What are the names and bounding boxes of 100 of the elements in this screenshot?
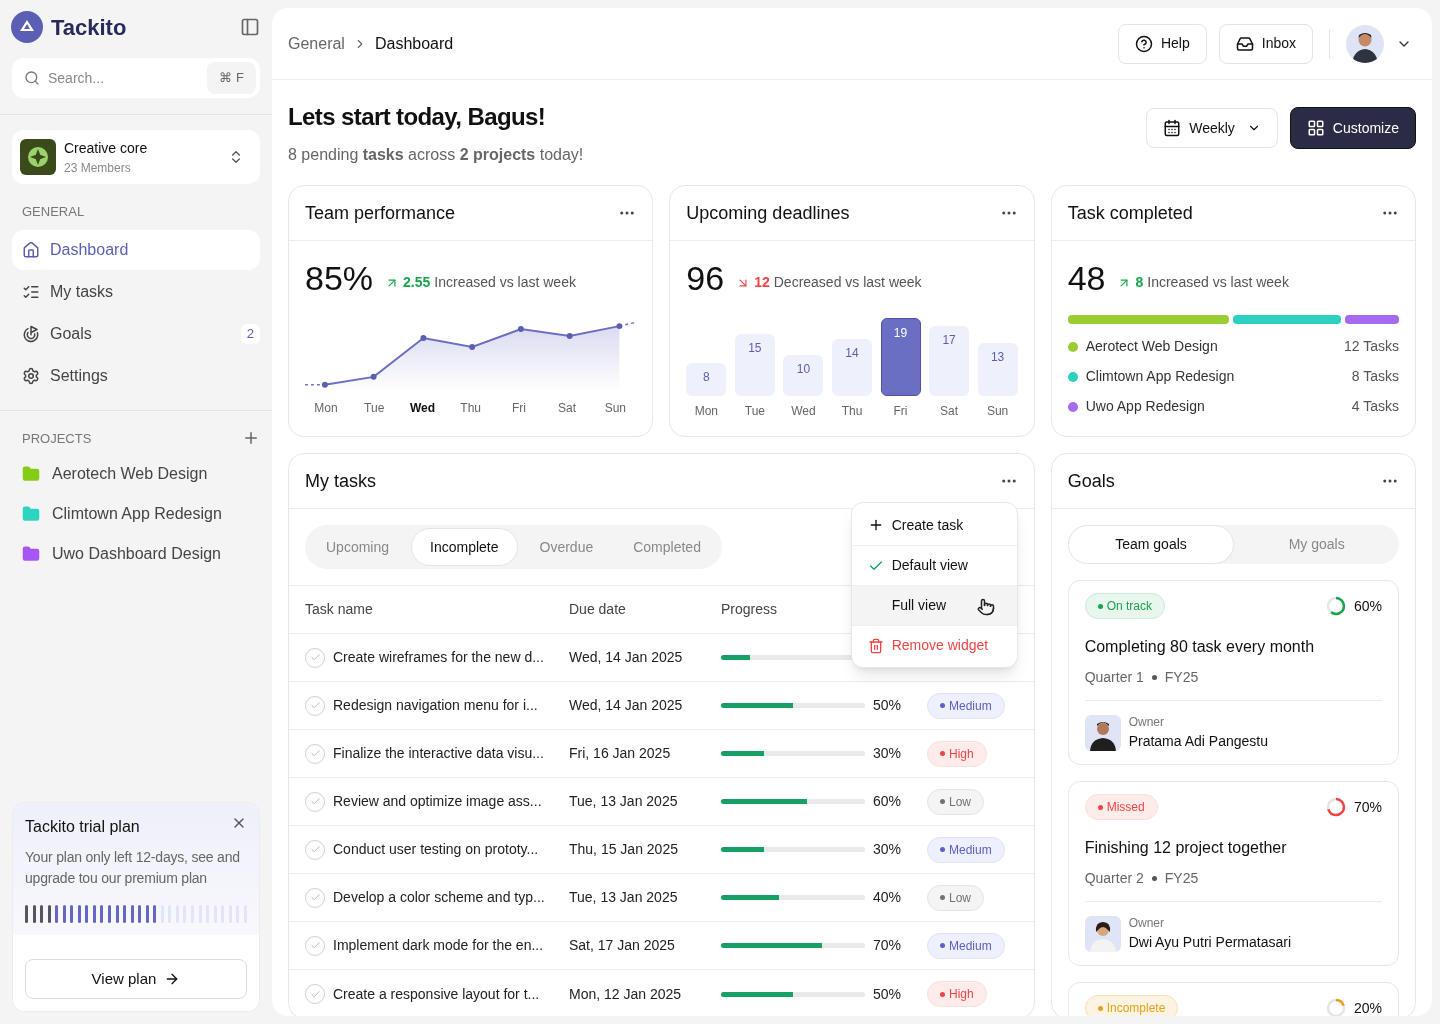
task-name: Develop a color scheme and typ... (333, 888, 545, 907)
goal-title: Completing 80 task every month (1084, 637, 1316, 657)
project-name: Climtown App Redesign (1085, 367, 1235, 386)
stat-caption: Decreased vs last week (773, 273, 922, 292)
avatar-icon[interactable] (1346, 24, 1384, 63)
stat-value: 96 (686, 261, 725, 295)
nav-item[interactable]: Goals 2 (12, 313, 260, 354)
widget-title: Goals (1067, 469, 1115, 493)
priority-badge: Medium (927, 932, 1005, 959)
progress-percent: 50% (873, 696, 903, 715)
goal-tab[interactable]: Team goals (1067, 525, 1235, 564)
goal-quarter: Quarter 2 (1084, 869, 1144, 888)
widget-title: Upcoming deadlines (686, 201, 850, 225)
nav-item[interactable]: Settings (12, 355, 260, 396)
due-date: Thu, 15 Jan 2025 (569, 840, 678, 859)
priority-badge: Medium (927, 692, 1005, 719)
progress-ring-icon (1325, 596, 1346, 616)
progress-percent: 70% (873, 936, 903, 955)
data-point (517, 326, 524, 333)
widget-title: My tasks (305, 469, 376, 493)
shortcut-key: ⌘ F (207, 62, 256, 94)
owner-label: Owner (1128, 714, 1165, 731)
project-item[interactable]: Climtown App Redesign (22, 494, 250, 534)
priority-badge: Low (927, 884, 984, 911)
goal-year: FY25 (1164, 869, 1199, 888)
help-button[interactable]: Help (1117, 23, 1207, 64)
nav-item[interactable]: Dashboard (12, 229, 260, 270)
progress-ring-icon (1325, 797, 1346, 817)
stat-value: 48 (1067, 261, 1106, 295)
project-item[interactable]: Uwo Dashboard Design (22, 534, 250, 574)
filter-tab[interactable]: Incomplete (411, 528, 518, 566)
data-point (370, 373, 377, 380)
stat-caption: Increased vs last week (1147, 273, 1289, 292)
page-subtitle: 8 pending tasks across 2 projects today! (288, 145, 584, 165)
search-icon (24, 70, 40, 86)
due-date: Wed, 14 Jan 2025 (569, 648, 683, 667)
grid-icon (1306, 119, 1325, 137)
due-date: Sat, 17 Jan 2025 (569, 936, 675, 955)
calendar-icon (1163, 119, 1182, 137)
due-date: Fri, 16 Jan 2025 (569, 744, 671, 763)
view-plan-button[interactable]: View plan (25, 959, 247, 999)
status-badge: Incomplete (1084, 995, 1179, 1016)
stat-delta: 2.55 (403, 273, 431, 292)
column-header: Due date (569, 600, 626, 619)
axis-label: Tue (744, 403, 765, 420)
home-icon (22, 240, 40, 259)
bar-value-label: 15 (748, 342, 762, 358)
task-name: Conduct user testing on prototy... (333, 840, 539, 859)
column-header: Progress (721, 600, 778, 619)
stat-delta: 12 (754, 273, 770, 292)
task-name: Finalize the interactive data visu... (333, 744, 544, 763)
priority-badge: Low (927, 788, 984, 815)
axis-label: Mon (313, 400, 339, 417)
owner-name: Pratama Adi Pangestu (1128, 732, 1268, 751)
menu-item[interactable]: Remove widget (851, 625, 1017, 665)
target-icon (22, 324, 40, 343)
goal-year: FY25 (1164, 668, 1199, 687)
goal-percent: 20% (1353, 998, 1382, 1016)
axis-label: Tue (363, 400, 386, 417)
owner-label: Owner (1128, 915, 1165, 932)
data-point (321, 381, 328, 388)
bar-value-label: 10 (796, 362, 811, 378)
owner-name: Dwi Ayu Putri Permatasari (1128, 933, 1291, 952)
column-header: Task name (305, 600, 373, 619)
workspace-switcher[interactable]: Creative core 23 Members (12, 130, 260, 184)
task-count: 4 Tasks (1351, 397, 1399, 416)
logo-icon (11, 11, 43, 43)
task-name: Redesign navigation menu for i... (333, 696, 538, 715)
sidebar-toggle-icon[interactable] (240, 17, 260, 37)
axis-label: Sun (603, 400, 627, 417)
axis-label: Sun (986, 403, 1009, 420)
status-badge: On track (1084, 593, 1165, 619)
menu-item[interactable]: Full view (851, 585, 1017, 625)
priority-badge: High (927, 981, 987, 1007)
task-name: Create a responsive layout for t... (333, 984, 540, 1004)
data-point (469, 344, 476, 350)
stat-value: 85% (305, 261, 374, 295)
page-title: Lets start today, Bagus! (288, 102, 547, 132)
workspace-name: Creative core (64, 138, 149, 158)
due-date: Tue, 13 Jan 2025 (569, 792, 678, 811)
inbox-icon (1235, 34, 1254, 53)
customize-button[interactable]: Customize (1289, 107, 1416, 149)
gear-icon (22, 366, 40, 385)
inbox-button[interactable]: Inbox (1218, 23, 1313, 64)
data-point (566, 333, 573, 340)
breadcrumb-link[interactable]: General (288, 31, 345, 56)
data-point (420, 335, 427, 342)
bar-value-label: 13 (990, 350, 1005, 366)
project-name: Aerotect Web Design (1085, 337, 1218, 356)
nav-item[interactable]: My tasks (12, 271, 260, 312)
progress-percent: 30% (873, 744, 903, 763)
period-dropdown[interactable]: Weekly (1146, 108, 1278, 148)
bar-value-label: 8 (703, 371, 710, 387)
stat-caption: Increased vs last week (434, 273, 576, 292)
due-date: Wed, 14 Jan 2025 (569, 696, 683, 715)
task-name: Review and optimize image ass... (333, 792, 542, 811)
brand-name: Tackito (51, 13, 127, 42)
axis-label: Thu (841, 403, 863, 420)
project-item[interactable]: Aerotech Web Design (22, 454, 250, 494)
menu-item[interactable]: Create task (851, 505, 1017, 545)
